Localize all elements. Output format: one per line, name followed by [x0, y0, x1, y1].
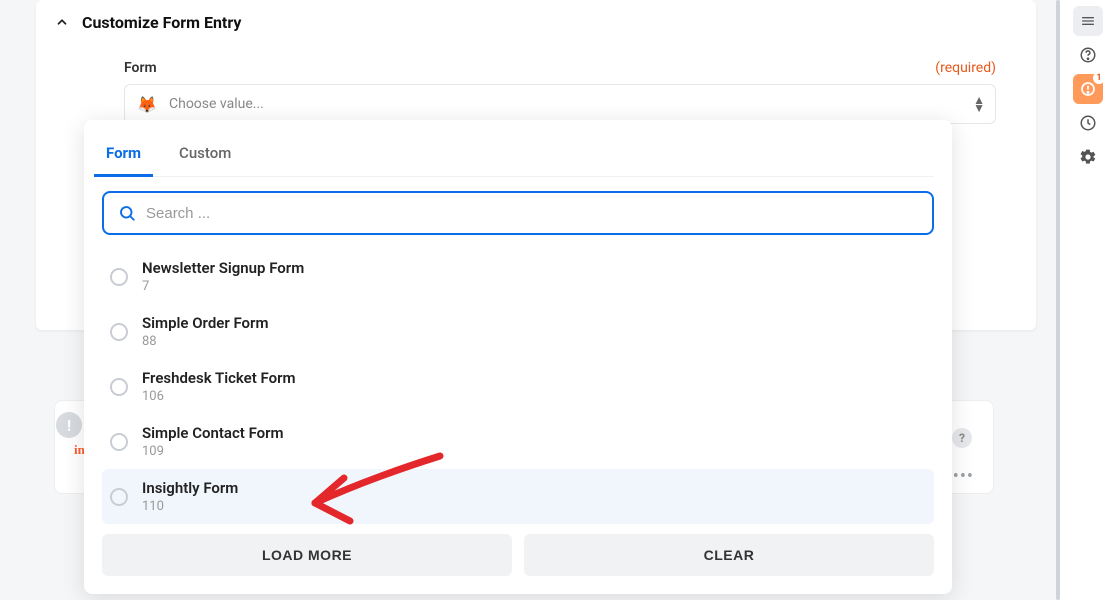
- wpforms-icon: 🦊: [135, 92, 159, 116]
- menu-icon[interactable]: [1073, 6, 1103, 36]
- option-id: 109: [142, 444, 284, 459]
- form-dropdown-popover: Form Custom Newsletter Signup Form 7 Sim…: [84, 120, 952, 594]
- option-id: 7: [142, 279, 304, 294]
- option-freshdesk-ticket[interactable]: Freshdesk Ticket Form 106: [102, 359, 934, 414]
- alert-badge: 1: [1093, 72, 1105, 84]
- option-id: 106: [142, 389, 296, 404]
- option-id: 88: [142, 334, 268, 349]
- option-title: Freshdesk Ticket Form: [142, 369, 296, 387]
- panel-title: Customize Form Entry: [82, 13, 241, 32]
- chevron-updown-icon: ▲▼: [973, 96, 985, 113]
- right-sidebar: 1: [1060, 0, 1116, 600]
- required-indicator: (required): [935, 60, 996, 76]
- option-title: Simple Contact Form: [142, 424, 284, 442]
- form-select[interactable]: 🦊 Choose value... ▲▼: [124, 84, 996, 124]
- option-simple-contact[interactable]: Simple Contact Form 109: [102, 414, 934, 469]
- radio-icon: [110, 378, 128, 396]
- search-icon: [118, 204, 136, 222]
- gear-icon[interactable]: [1073, 142, 1103, 172]
- select-placeholder: Choose value...: [169, 96, 973, 112]
- radio-icon: [110, 268, 128, 286]
- clear-button[interactable]: CLEAR: [524, 534, 934, 576]
- radio-icon: [110, 323, 128, 341]
- option-simple-order[interactable]: Simple Order Form 88: [102, 304, 934, 359]
- option-newsletter-signup[interactable]: Newsletter Signup Form 7: [102, 249, 934, 304]
- collapse-toggle[interactable]: [52, 12, 72, 32]
- help-icon[interactable]: ?: [952, 428, 972, 448]
- search-field-wrapper[interactable]: [102, 191, 934, 235]
- option-insightly[interactable]: Insightly Form 110: [102, 469, 934, 524]
- clock-icon[interactable]: [1073, 108, 1103, 138]
- option-title: Newsletter Signup Form: [142, 259, 304, 277]
- form-field-label: Form: [124, 60, 157, 76]
- option-title: Simple Order Form: [142, 314, 268, 332]
- more-menu-icon[interactable]: •••: [953, 466, 974, 487]
- warning-badge: !: [56, 412, 82, 438]
- tab-custom[interactable]: Custom: [175, 136, 235, 176]
- search-input[interactable]: [146, 205, 918, 222]
- load-more-button[interactable]: LOAD MORE: [102, 534, 512, 576]
- option-title: Insightly Form: [142, 479, 238, 497]
- option-id: 110: [142, 499, 238, 514]
- dropdown-tabs: Form Custom: [102, 136, 934, 177]
- help-icon[interactable]: [1073, 40, 1103, 70]
- alert-icon[interactable]: 1: [1073, 74, 1103, 104]
- radio-icon: [110, 433, 128, 451]
- options-list: Newsletter Signup Form 7 Simple Order Fo…: [102, 249, 934, 524]
- radio-icon: [110, 488, 128, 506]
- tab-form[interactable]: Form: [102, 136, 145, 176]
